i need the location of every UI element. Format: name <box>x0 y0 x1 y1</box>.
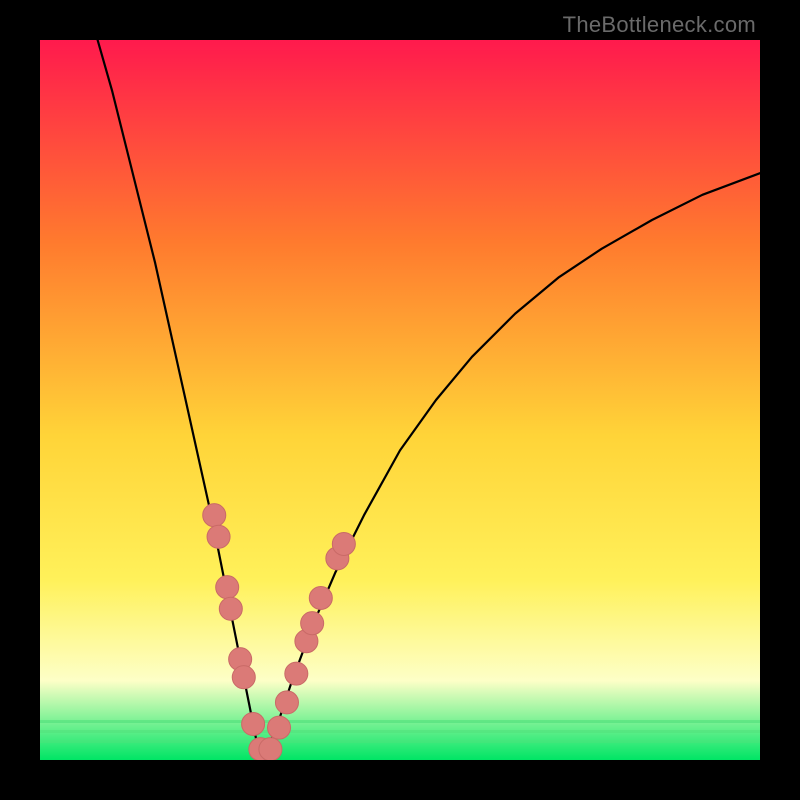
marker-group <box>203 504 356 760</box>
marker-point <box>216 576 239 599</box>
marker-point <box>259 738 282 760</box>
marker-point <box>232 666 255 689</box>
chart-frame: TheBottleneck.com <box>0 0 800 800</box>
marker-point <box>203 504 226 527</box>
chart-svg <box>40 40 760 760</box>
watermark-text: TheBottleneck.com <box>563 12 756 38</box>
marker-point <box>285 662 308 685</box>
curve-right_arm <box>263 173 760 760</box>
marker-point <box>332 532 355 555</box>
marker-point <box>275 691 298 714</box>
marker-point <box>301 612 324 635</box>
marker-point <box>309 586 332 609</box>
marker-point <box>219 597 242 620</box>
marker-point <box>207 525 230 548</box>
plot-area <box>40 40 760 760</box>
marker-point <box>268 716 291 739</box>
curve-group <box>98 40 760 760</box>
marker-point <box>242 712 265 735</box>
